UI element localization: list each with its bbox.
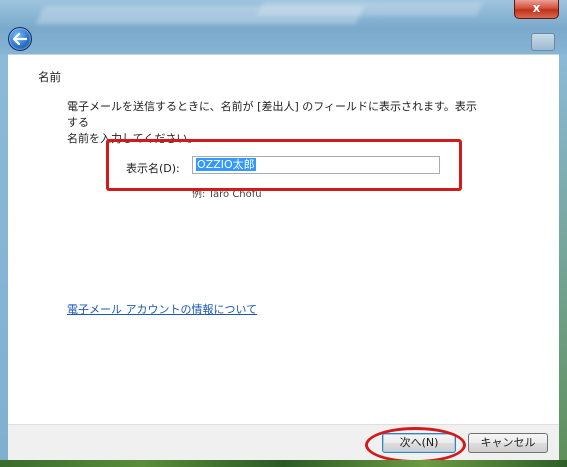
wizard-content: 名前 電子メールを送信するときに、名前が [差出人] のフィールドに表示されます… <box>8 54 559 425</box>
highlight-oval <box>365 427 466 463</box>
back-button[interactable] <box>8 27 32 51</box>
back-arrow-icon <box>13 33 27 45</box>
page-title: 名前 <box>38 70 61 84</box>
wizard-window: x 名前 電子メールを送信するときに、名前が [差出人] のフィールドに表示され… <box>0 0 567 467</box>
window-frame-right <box>559 54 567 460</box>
description-line-1: 電子メールを送信するときに、名前が [差出人] のフィールドに表示されます。表示… <box>67 100 477 129</box>
window-control-nub[interactable] <box>531 33 555 51</box>
highlight-rectangle <box>106 139 462 191</box>
title-bar <box>0 0 567 58</box>
window-frame-left <box>0 54 8 460</box>
wizard-footer: 次へ(N) キャンセル <box>8 424 559 461</box>
close-button[interactable]: x <box>514 0 559 19</box>
account-info-link[interactable]: 電子メール アカウントの情報について <box>67 301 257 317</box>
desktop-background-strip <box>0 460 567 467</box>
cancel-button[interactable]: キャンセル <box>468 433 548 453</box>
